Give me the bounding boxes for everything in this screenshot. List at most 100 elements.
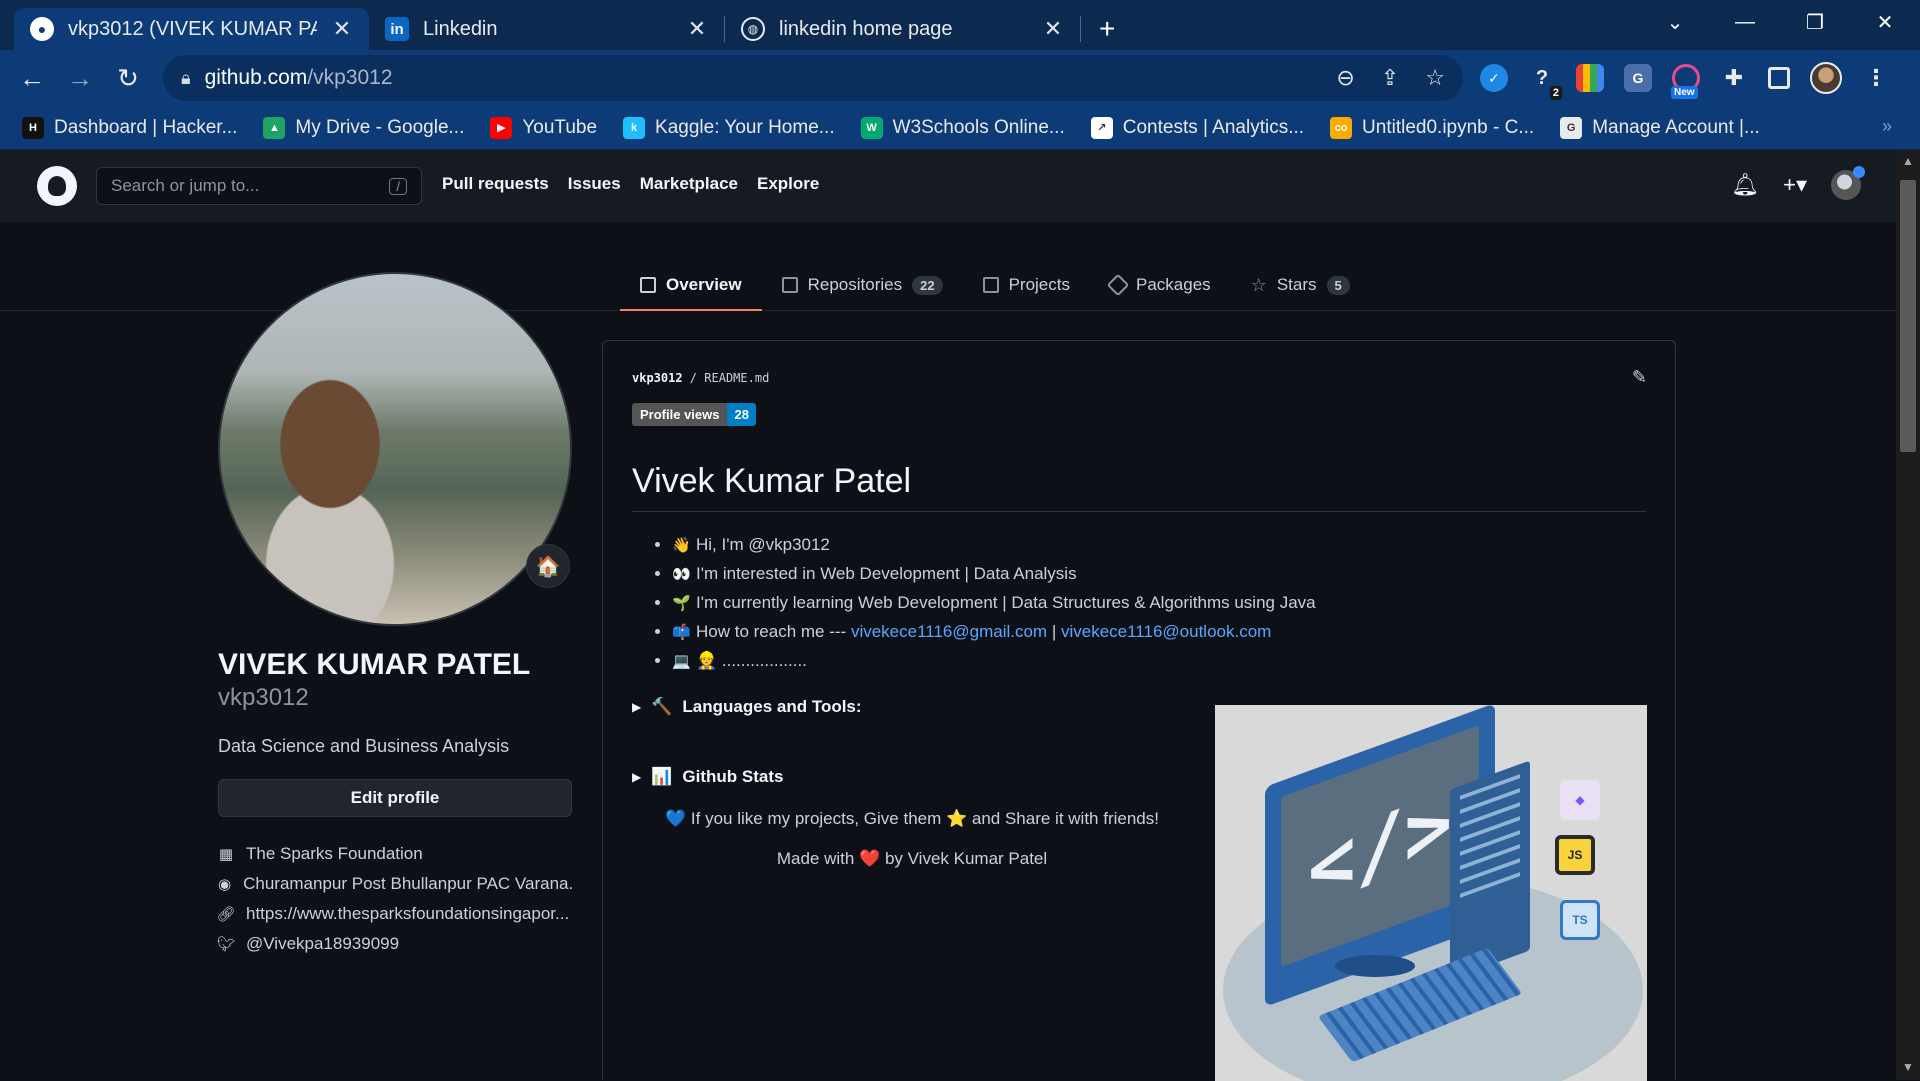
restore-button[interactable]: ❐ [1780,10,1850,35]
bookmark-star-icon[interactable]: ☆ [1425,65,1445,91]
stars-count: 5 [1326,275,1350,295]
close-icon[interactable]: ✕ [1042,16,1064,42]
browser-profile-avatar[interactable] [1810,62,1842,94]
status-emoji-button[interactable]: 🏠 [526,544,570,588]
tab-stars[interactable]: ☆ Stars 5 [1231,260,1370,310]
nav-issues[interactable]: Issues [568,174,621,194]
translate-extension-icon[interactable]: G [1624,64,1652,92]
profile-details: ▦ The Sparks Foundation ◉ Churamanpur Post… [218,839,572,959]
forward-button[interactable]: → [56,63,104,94]
browser-tab-linkedin-home[interactable]: ◍ linkedin home page ✕ [725,8,1080,50]
tab-packages[interactable]: Packages [1090,260,1231,310]
bookmark-item[interactable]: H Dashboard | Hacker... [22,116,237,139]
bookmark-item[interactable]: k Kaggle: Your Home... [623,116,835,139]
extensions-puzzle-icon[interactable]: ✚ [1720,64,1748,92]
gmail-link[interactable]: vivekece1116@gmail.com [851,622,1047,641]
address-bar[interactable]: 🔒︎ github.com/vkp3012 ⊖ ⇪ ☆ [163,55,1463,101]
tab-overview[interactable]: Overview [620,260,762,311]
browser-toolbar: ← → ↻ 🔒︎ github.com/vkp3012 ⊖ ⇪ ☆ ✓ ? 2 G… [0,50,1920,106]
monitor-stand [1335,955,1415,977]
page-scrollbar[interactable]: ▲ ▼ [1896,150,1920,1080]
address-bar-actions: ⊖ ⇪ ☆ [1336,55,1445,101]
developer-illustration: </> ◆ JS TS [1215,705,1647,1081]
bookmark-item[interactable]: W W3Schools Online... [860,116,1065,139]
location-text: Churamanpur Post Bhullanpur PAC Varana..… [243,874,572,893]
side-panel-icon[interactable] [1768,67,1790,89]
tab-projects[interactable]: Projects [963,260,1090,310]
browser-tab-github[interactable]: ● vkp3012 (VIVEK KUMAR PATEL) ✕ [14,8,369,50]
kaggle-icon: k [623,116,646,139]
scroll-down-arrow-icon[interactable]: ▼ [1896,1060,1920,1074]
waving-hand-icon: 👋 [672,537,691,554]
made-with-prefix: Made with [776,849,855,868]
github-logo-icon[interactable] [37,166,77,206]
back-button[interactable]: ← [8,63,56,94]
scrollbar-thumb[interactable] [1900,180,1916,452]
extension-icon[interactable]: ✓ [1480,64,1508,92]
close-window-button[interactable]: ✕ [1850,10,1920,35]
nav-marketplace[interactable]: Marketplace [640,174,738,194]
browser-tab-bar: ● vkp3012 (VIVEK KUMAR PATEL) ✕ in Linke… [0,0,1920,50]
github-header: Search or jump to... / Pull requests Iss… [0,150,1896,222]
extension-icon[interactable]: New [1671,64,1700,99]
bookmark-item[interactable]: ▲ My Drive - Google... [263,116,464,139]
code-panel-illustration [1450,760,1530,980]
browser-menu-icon[interactable]: ⋮ [1862,64,1890,92]
profile-full-name: VIVEK KUMAR PATEL [218,648,531,681]
github-search-input[interactable]: Search or jump to... / [96,167,422,205]
readme-path-file[interactable]: README.md [704,371,769,385]
readme-path-user[interactable]: vkp3012 [632,371,683,385]
seedling-icon: 🌱 [672,595,691,612]
url-text[interactable]: github.com/vkp3012 [205,66,393,90]
user-menu-avatar[interactable] [1831,166,1865,200]
outlook-link[interactable]: vivekece1116@outlook.com [1061,622,1271,641]
edit-profile-button[interactable]: Edit profile [218,779,572,817]
bookmark-item[interactable]: ↗ Contests | Analytics... [1090,116,1304,139]
bookmark-item[interactable]: ▶ YouTube [490,116,597,139]
close-icon[interactable]: ✕ [686,16,708,42]
scroll-up-arrow-icon[interactable]: ▲ [1896,154,1920,168]
profile-views-count: 28 [727,403,756,426]
blue-heart-icon: 💙 [665,809,687,828]
browser-tab-linkedin[interactable]: in Linkedin ✕ [369,8,724,50]
minimize-button[interactable]: — [1710,11,1780,34]
share-icon[interactable]: ⇪ [1381,65,1399,91]
bookmark-item[interactable]: co Untitled0.ipynb - C... [1330,116,1534,139]
extension-icon[interactable]: ? 2 [1528,64,1562,100]
expand-triangle-icon: ▶ [632,770,642,784]
notifications-bell-icon[interactable]: 🔔︎ [1731,172,1759,198]
zoom-icon[interactable]: ⊖ [1336,65,1354,91]
javascript-logo-icon: JS [1555,835,1595,875]
list-item: 📫 How to reach me --- vivekece1116@gmail.… [672,617,1646,646]
tab-search-icon[interactable]: ⌄ [1640,10,1710,35]
profile-website[interactable]: 🔗︎ https://www.thesparksfoundationsingapo… [218,899,572,929]
google-drive-icon: ▲ [263,116,286,139]
bookmark-item[interactable]: G Manage Account |... [1560,116,1760,139]
new-tab-button[interactable]: + [1099,8,1115,50]
profile-avatar[interactable] [218,272,572,626]
table-icon [982,277,999,293]
nav-explore[interactable]: Explore [757,174,819,194]
list-item: 👀 I'm interested in Web Development | Dat… [672,559,1646,588]
reload-button[interactable]: ↻ [104,63,152,94]
website-link[interactable]: https://www.thesparksfoundationsingapor.… [246,904,569,924]
twitter-handle[interactable]: @Vivekpa18939099 [246,934,399,954]
status-dot [1853,166,1865,178]
tab-label: Projects [1008,275,1070,294]
profile-twitter[interactable]: 🐦︎ @Vivekpa18939099 [218,929,572,959]
edit-readme-pencil-icon[interactable]: ✎ [1632,367,1647,388]
github-header-actions: 🔔︎ +▾ [1731,166,1865,200]
tab-repositories[interactable]: Repositories 22 [762,260,963,310]
color-picker-extension-icon[interactable] [1576,64,1604,92]
extensions-area: ✓ ? 2 G New ✚ ⋮ [1480,50,1890,106]
heart-icon: ❤️ [859,849,881,868]
made-with-suffix: by Vivek Kumar Patel [884,849,1048,868]
list-item: 🌱 I'm currently learning Web Development … [672,588,1646,617]
create-new-dropdown[interactable]: +▾ [1783,172,1807,198]
bookmarks-overflow-icon[interactable]: » [1882,116,1892,137]
nav-pull-requests[interactable]: Pull requests [442,174,549,194]
search-shortcut-key: / [389,177,407,195]
laptop-icon: 💻 [672,653,691,670]
close-icon[interactable]: ✕ [331,16,353,42]
globe-icon: ◍ [741,17,765,41]
